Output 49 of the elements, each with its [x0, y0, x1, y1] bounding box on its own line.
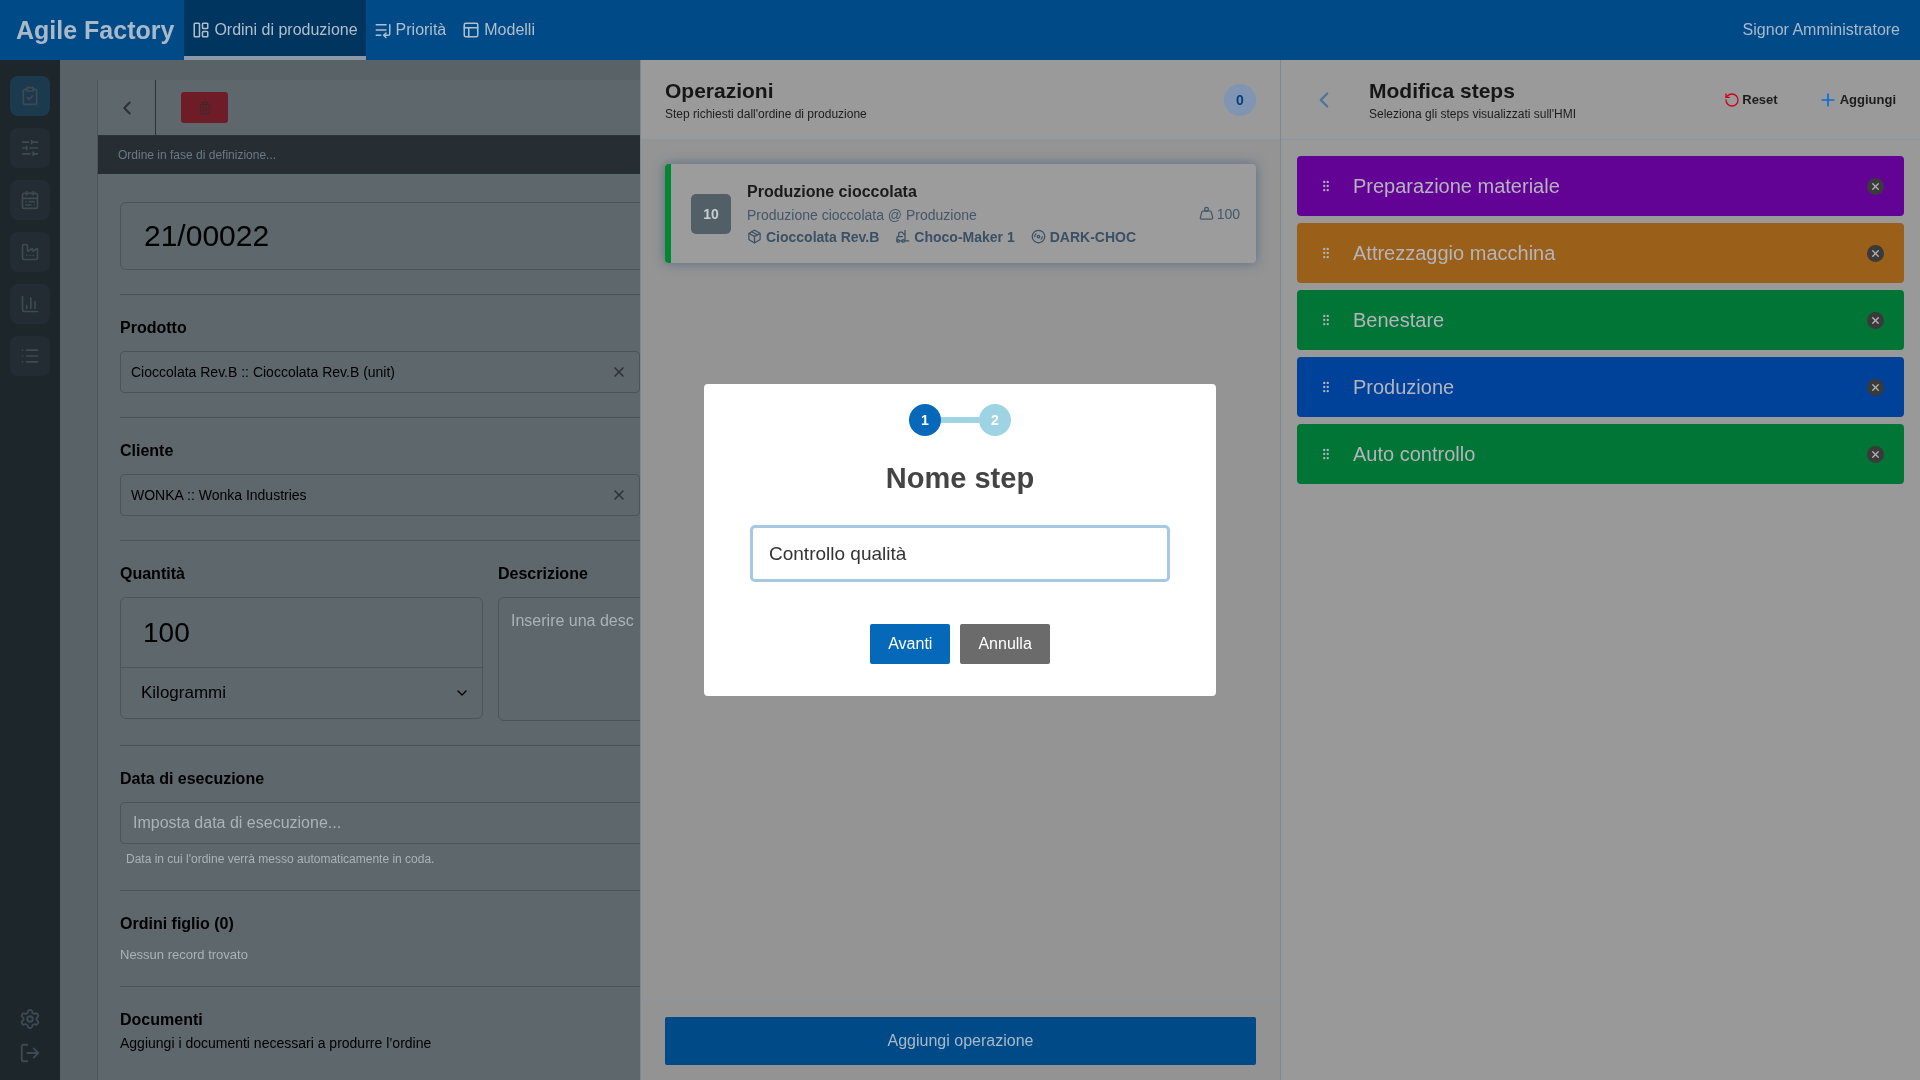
quantity-field[interactable]: 100	[121, 598, 482, 668]
operation-number: 10	[691, 193, 731, 234]
add-button[interactable]: Aggiungi	[1817, 89, 1896, 110]
panel-subtitle: Seleziona gli steps visualizzati sull'HMI	[1369, 106, 1577, 121]
step-item[interactable]: Preparazione materiale	[1297, 156, 1904, 216]
customer-select[interactable]: WONKA :: Wonka Industries	[120, 474, 640, 516]
field-label: Cliente	[120, 442, 175, 460]
machine-name: Choco-Maker 1	[914, 228, 1015, 245]
field-label: Quantità	[120, 565, 186, 583]
count-badge: 0	[1224, 83, 1256, 116]
date-field[interactable]: Imposta data di esecuzione...	[120, 802, 640, 844]
step-indicator: 2	[979, 404, 1011, 436]
step-name-field[interactable]: Controllo qualità	[750, 525, 1170, 582]
order-number-field[interactable]: 21/00022	[120, 202, 640, 270]
product-name: Cioccolata Rev.B	[766, 228, 880, 245]
status-bar: Ordine in fase di definizione...	[98, 136, 640, 174]
dialog-title: Nome step	[885, 462, 1035, 495]
operation-card[interactable]: 10 Produzione cioccolata Produzione cioccolata @ Produzione Cioccolata Rev.B Choco-Maker 1 DARK-CHOC 100	[665, 164, 1256, 263]
reset-button[interactable]: Reset	[1724, 91, 1778, 108]
field-label: Prodotto	[120, 319, 188, 337]
step-item[interactable]: Benestare	[1297, 290, 1904, 350]
field-label: Descrizione	[498, 565, 589, 583]
product-code: DARK-CHOC	[1049, 228, 1137, 245]
cancel-button[interactable]: Annulla	[960, 624, 1050, 664]
field-hint: Data in cui l'ordine verrà messo automaticamente in coda.	[126, 852, 436, 866]
operation-detail: Produzione cioccolata @ Produzione	[747, 206, 978, 223]
step-item[interactable]: Produzione	[1297, 357, 1904, 417]
product-select[interactable]: Cioccolata Rev.B :: Cioccolata Rev.B (unit)	[120, 351, 640, 393]
step-item[interactable]: Auto controllo	[1297, 424, 1904, 484]
field-label: Data di esecuzione	[120, 770, 266, 788]
unit-select[interactable]: Kilogrammi	[121, 668, 482, 718]
nav-tab[interactable]: Ordini di produzione	[184, 0, 366, 60]
step-item[interactable]: Attrezzaggio macchina	[1297, 223, 1904, 283]
add-operation-button[interactable]: Aggiungi operazione	[665, 1016, 1256, 1065]
section-title: Documenti	[120, 1011, 204, 1029]
nav-tab[interactable]: Modelli	[454, 0, 543, 60]
nav-tab[interactable]: Priorità	[365, 0, 455, 60]
section-subtitle: Aggiungi i documenti necessari a produrre l’ordine	[120, 1035, 433, 1051]
next-button[interactable]: Avanti	[870, 624, 951, 664]
panel-subtitle: Step richiesti dall'ordine di produzione	[665, 106, 867, 121]
operation-name: Produzione cioccolata	[747, 182, 918, 201]
panel-title: Operazioni	[665, 78, 775, 103]
user-name[interactable]: Signor Amministratore	[1742, 0, 1920, 60]
panel-title: Modifica steps	[1369, 78, 1516, 103]
app-logo: Agile Factory	[16, 14, 175, 46]
step-indicator: 1	[909, 404, 941, 436]
operation-quantity: 100	[1216, 205, 1240, 222]
empty-message: Nessun record trovato	[120, 947, 249, 962]
section-title: Ordini figlio (0)	[120, 915, 235, 933]
